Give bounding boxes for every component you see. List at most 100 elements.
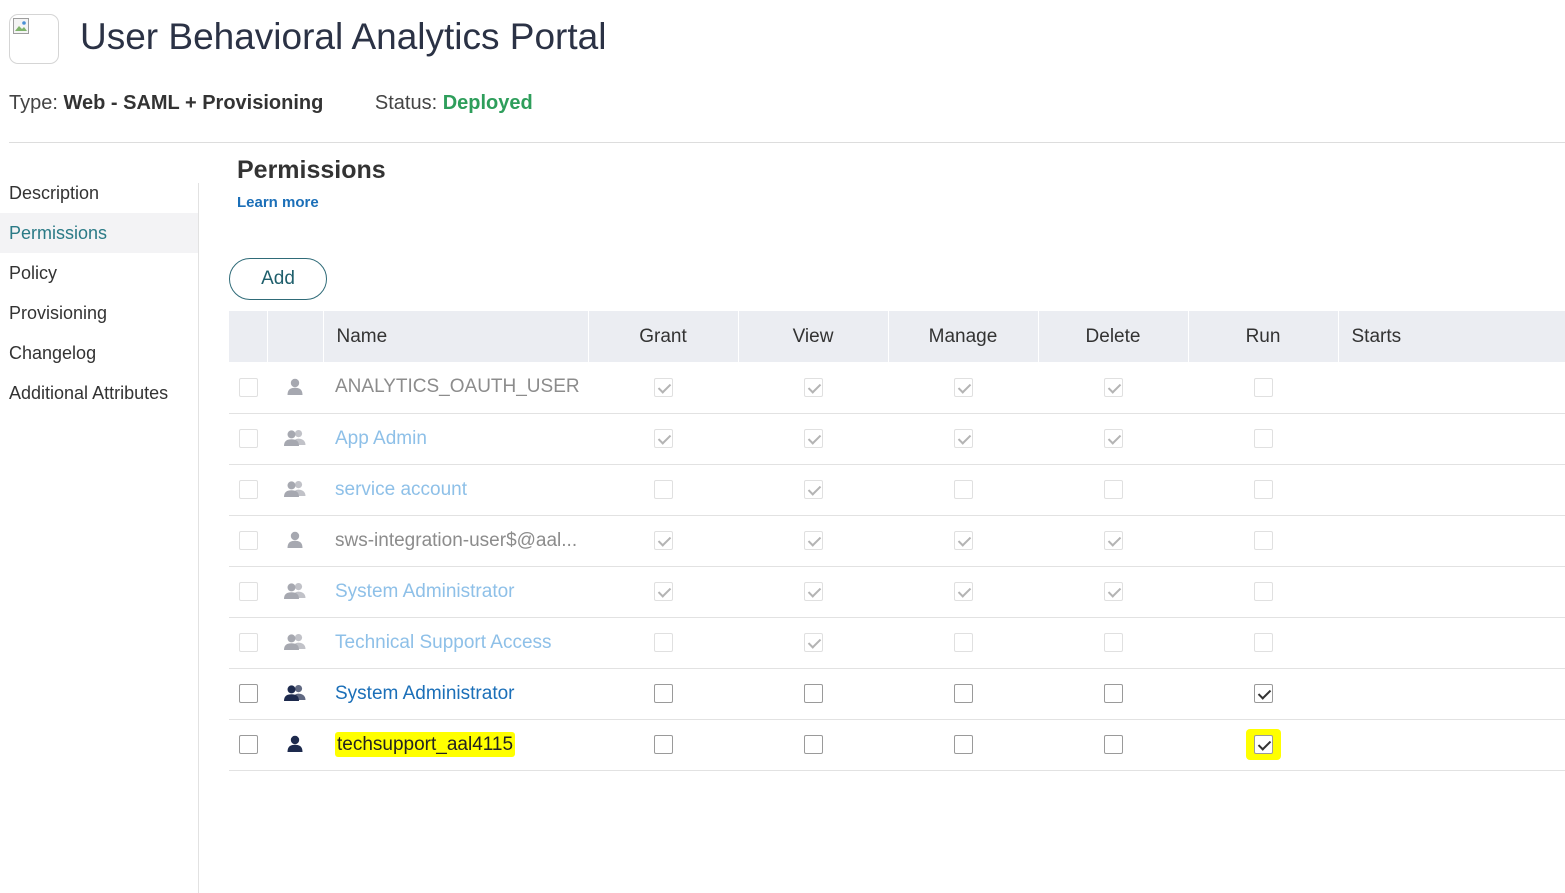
table-header-row: Name Grant View Manage Delete Run Starts [229, 311, 1565, 362]
row-select-checkbox[interactable] [238, 684, 258, 703]
column-header-view[interactable]: View [737, 311, 888, 362]
sidebar-item-description[interactable]: Description [0, 173, 198, 213]
run-checkbox [1253, 582, 1273, 601]
row-name-cell: App Admin [323, 413, 588, 465]
column-header-delete[interactable]: Delete [1037, 311, 1188, 362]
table-row: App Admin [229, 413, 1565, 465]
sidebar-item-additional-attributes[interactable]: Additional Attributes [0, 373, 198, 413]
row-name-cell: System Administrator [323, 668, 588, 720]
sidebar-item-policy[interactable]: Policy [0, 253, 198, 293]
delete-checkbox [1103, 429, 1123, 448]
broken-image-icon [13, 18, 29, 34]
row-name[interactable]: System Administrator [335, 683, 515, 704]
row-manage-cell [888, 719, 1038, 771]
row-name[interactable]: service account [335, 479, 467, 500]
sidebar-item-permissions[interactable]: Permissions [0, 213, 198, 253]
row-starts-cell [1338, 362, 1565, 414]
row-type-cell [267, 362, 323, 414]
status-label: Status: [374, 92, 438, 114]
column-header-starts[interactable]: Starts [1337, 311, 1565, 362]
group-icon [283, 633, 307, 651]
view-checkbox [803, 582, 823, 601]
row-name[interactable]: App Admin [335, 428, 427, 449]
grant-checkbox [653, 429, 673, 448]
row-starts-cell [1338, 719, 1565, 771]
table-row: sws-integration-user$@aal... [229, 515, 1565, 567]
sidebar-item-provisioning[interactable]: Provisioning [0, 293, 198, 333]
grant-checkbox[interactable] [653, 735, 673, 754]
type-label: Type: [9, 92, 58, 114]
group-icon [283, 684, 307, 702]
row-select-checkbox [238, 531, 258, 550]
column-header-name[interactable]: Name [322, 311, 588, 362]
column-header-grant[interactable]: Grant [587, 311, 738, 362]
row-delete-cell [1038, 362, 1188, 414]
grant-checkbox[interactable] [653, 684, 673, 703]
row-select-cell [229, 515, 267, 567]
delete-checkbox[interactable] [1103, 735, 1123, 754]
row-view-cell [738, 719, 888, 771]
row-name[interactable]: Technical Support Access [335, 632, 552, 653]
row-manage-cell [888, 617, 1038, 669]
run-checkbox[interactable] [1253, 735, 1273, 754]
view-checkbox[interactable] [803, 684, 823, 703]
row-name: sws-integration-user$@aal... [335, 529, 578, 551]
row-delete-cell [1038, 464, 1188, 516]
row-view-cell [738, 413, 888, 465]
row-name-cell: System Administrator [323, 566, 588, 618]
table-row[interactable]: System Administrator [229, 668, 1565, 720]
row-grant-cell [588, 719, 738, 771]
row-run-cell [1188, 464, 1338, 516]
row-starts-cell [1338, 515, 1565, 567]
row-grant-cell [588, 362, 738, 414]
row-grant-cell [588, 668, 738, 720]
grant-checkbox [653, 531, 673, 550]
row-select-cell [229, 566, 267, 618]
row-select-checkbox [238, 582, 258, 601]
row-manage-cell [888, 464, 1038, 516]
table-row[interactable]: techsupport_aal4115 [229, 719, 1565, 771]
row-select-checkbox[interactable] [238, 735, 258, 754]
row-manage-cell [888, 362, 1038, 414]
row-delete-cell [1038, 617, 1188, 669]
select-column-header [229, 311, 267, 362]
row-name-cell: techsupport_aal4115 [323, 719, 588, 771]
row-name-cell: ANALYTICS_OAUTH_USER [323, 362, 588, 414]
manage-checkbox[interactable] [953, 735, 973, 754]
delete-checkbox[interactable] [1103, 684, 1123, 703]
page-title: Permissions [237, 156, 386, 184]
group-icon [283, 480, 307, 498]
status-badge: Deployed [442, 92, 533, 114]
row-name: ANALYTICS_OAUTH_USER [335, 376, 580, 398]
column-header-manage[interactable]: Manage [887, 311, 1038, 362]
view-checkbox[interactable] [803, 735, 823, 754]
sidebar-item-changelog[interactable]: Changelog [0, 333, 198, 373]
group-icon [283, 429, 307, 447]
row-delete-cell [1038, 719, 1188, 771]
row-select-checkbox [238, 633, 258, 652]
type-column-header [266, 311, 323, 362]
row-select-checkbox [238, 377, 258, 397]
row-starts-cell [1338, 617, 1565, 669]
row-name[interactable]: System Administrator [335, 581, 515, 602]
row-select-cell [229, 413, 267, 465]
row-select-cell [229, 464, 267, 516]
permissions-table-body: ANALYTICS_OAUTH_USER App Admin service acc… [229, 362, 1565, 771]
run-checkbox[interactable] [1253, 684, 1273, 703]
row-manage-cell [888, 413, 1038, 465]
row-name: techsupport_aal4115 [335, 731, 516, 757]
learn-more-link[interactable]: Learn more [237, 194, 319, 211]
view-checkbox [803, 377, 823, 397]
run-checkbox [1253, 633, 1273, 652]
row-run-cell [1188, 566, 1338, 618]
row-grant-cell [588, 617, 738, 669]
row-view-cell [738, 362, 888, 414]
view-checkbox [803, 429, 823, 448]
manage-checkbox [953, 429, 973, 448]
column-header-run[interactable]: Run [1187, 311, 1338, 362]
row-type-cell [267, 515, 323, 567]
add-button[interactable]: Add [229, 258, 327, 300]
row-select-cell [229, 617, 267, 669]
manage-checkbox[interactable] [953, 684, 973, 703]
user-icon [285, 531, 305, 549]
